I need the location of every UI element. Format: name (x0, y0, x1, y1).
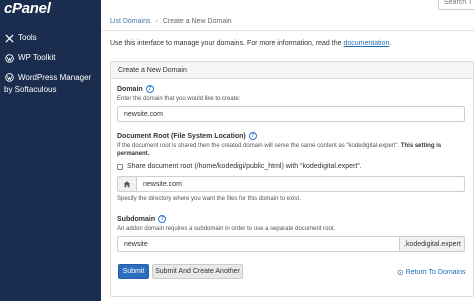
share-docroot-row: Share document root (/home/kodedigi/publ… (117, 163, 362, 170)
help-icon[interactable]: ? (145, 85, 154, 93)
docroot-label: Document Root (File System Location) ? (117, 132, 257, 140)
docroot-hint-bold: This setting is (400, 143, 442, 149)
domain-label: Domain ? (117, 85, 154, 93)
intro-message: Use this interface to manage your domain… (110, 40, 342, 47)
search-input[interactable]: Search T (438, 0, 474, 10)
sidebar-item-label: Tools (18, 33, 37, 42)
docroot-field: newsite.com (117, 176, 465, 192)
submit-and-create-another-button[interactable]: Submit And Create Another (152, 264, 243, 279)
sidebar-item-wordpress-manager[interactable]: WordPress Manager by Softaculous (4, 72, 91, 96)
documentation-link[interactable]: documentation (343, 40, 389, 47)
sidebar-item-label: WP Toolkit (18, 53, 56, 62)
subdomain-label: Subdomain ? (117, 215, 167, 223)
intro-end: . (389, 40, 392, 47)
docroot-label-text: Document Root (File System Location) (117, 132, 246, 140)
breadcrumb-separator: › (155, 18, 158, 25)
panel-title: Create a New Domain (111, 62, 473, 79)
cpanel-logo[interactable]: cPanel (4, 0, 51, 17)
domain-input[interactable]: newsite.com (117, 106, 465, 122)
divider (101, 30, 474, 31)
subdomain-label-text: Subdomain (117, 215, 156, 223)
sidebar: cPanel Tools WP Toolkit WordPress Manage… (0, 0, 101, 301)
arrow-left-icon: ⊙ (397, 268, 404, 277)
docroot-hint-permanent: permanent. (117, 151, 150, 157)
share-docroot-label[interactable]: Share document root (/home/kodedigi/publ… (127, 163, 362, 170)
intro-text: Use this interface to manage your domain… (110, 40, 391, 47)
docroot-hint: If the document root is shared then the … (117, 142, 467, 158)
return-to-domains-link[interactable]: ⊙ Return To Domains (397, 268, 466, 277)
docroot-hint-text: If the document root is shared then the … (117, 143, 400, 149)
breadcrumb: List Domains › Create a New Domain (110, 18, 232, 25)
sidebar-item-tools[interactable]: Tools (4, 33, 37, 43)
domain-label-text: Domain (117, 85, 143, 93)
domain-hint: Enter the domain that you would like to … (117, 96, 241, 102)
wordpress-icon (4, 72, 14, 82)
wordpress-icon (4, 53, 14, 63)
breadcrumb-current: Create a New Domain (162, 18, 232, 25)
sidebar-item-wp-toolkit[interactable]: WP Toolkit (4, 53, 56, 63)
help-icon[interactable]: ? (158, 215, 167, 223)
home-icon (118, 177, 137, 191)
help-icon[interactable]: ? (248, 132, 257, 140)
tools-icon (4, 33, 14, 43)
sidebar-item-sublabel: by Softaculous (4, 85, 57, 94)
submit-button[interactable]: Submit (118, 264, 149, 279)
subdomain-field: newsite .kodedigital.expert (117, 236, 465, 252)
return-link-text[interactable]: Return To Domains (406, 269, 466, 276)
top-header (101, 0, 474, 12)
subdomain-input[interactable]: newsite (117, 236, 400, 252)
sidebar-item-label: WordPress Manager (18, 73, 92, 82)
subdomain-suffix: .kodedigital.expert (399, 236, 465, 252)
share-docroot-checkbox[interactable] (117, 163, 123, 170)
docroot-input[interactable]: newsite.com (143, 181, 182, 188)
breadcrumb-list-domains[interactable]: List Domains (110, 18, 150, 25)
subdomain-hint: An addon domain requires a subdomain in … (117, 226, 336, 232)
docroot-hint-below: Specify the directory where you want the… (117, 196, 301, 202)
